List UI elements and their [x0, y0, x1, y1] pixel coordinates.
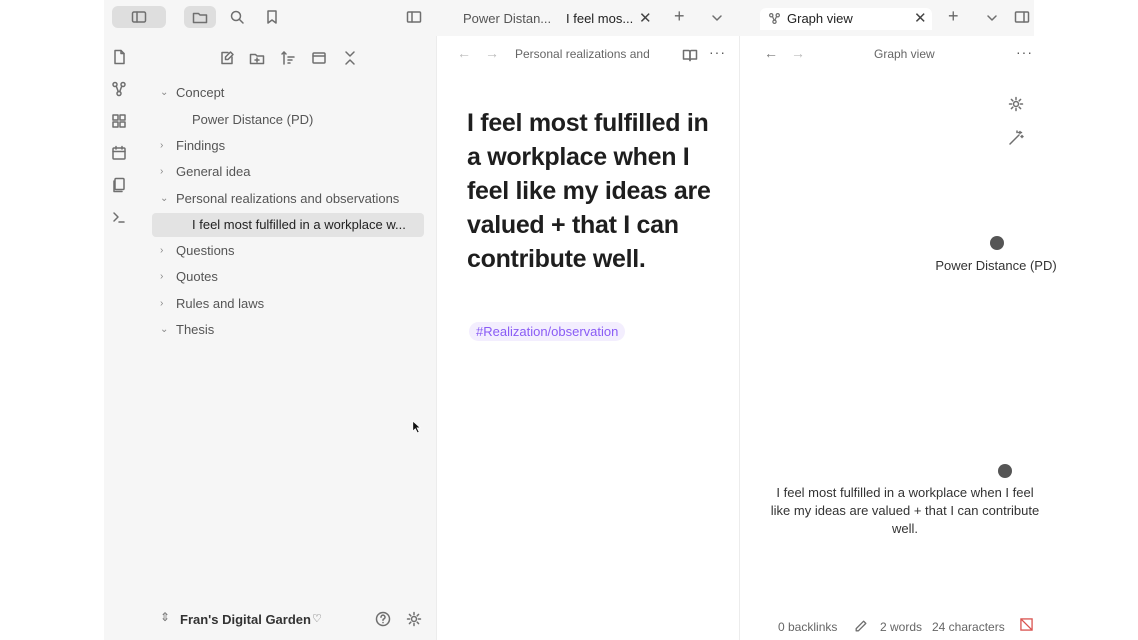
tree-item-label: Personal realizations and observations — [176, 191, 400, 206]
chevron-right-icon: › — [160, 271, 164, 282]
tab-graph-view-label: Graph view — [787, 11, 853, 26]
tree-folder-quotes[interactable]: › Quotes — [134, 265, 424, 289]
templates-icon[interactable] — [111, 177, 127, 193]
pencil-icon[interactable] — [854, 619, 868, 633]
breadcrumb[interactable]: Personal realizations and — [515, 47, 663, 61]
tree-folder-findings[interactable]: › Findings — [134, 134, 424, 158]
character-count: 24 characters — [932, 620, 1005, 634]
right-sidebar-toggle-icon[interactable] — [1014, 9, 1030, 25]
tree-folder-concept[interactable]: ⌄ Concept — [134, 81, 424, 105]
obsidian-window: Power Distan... I feel mos... ✕ + Graph … — [104, 0, 1057, 640]
close-graph-tab-icon[interactable]: ✕ — [914, 10, 927, 28]
tree-item-label: Power Distance (PD) — [192, 112, 314, 127]
reading-view-icon[interactable] — [682, 47, 698, 63]
file-explorer: ⌄ Concept Power Distance (PD) › Findings… — [134, 36, 437, 640]
vault-switcher-icon[interactable]: ⇕ — [160, 610, 170, 624]
tree-item-label: Concept — [176, 85, 225, 100]
chevron-right-icon: › — [160, 166, 164, 177]
more-options-icon[interactable]: ··· — [1016, 44, 1033, 60]
collapse-sidebar-icon[interactable] — [406, 9, 422, 25]
graph-view-pane: ← → Graph view ··· Power Distance (PD) I… — [740, 36, 1057, 640]
chevron-down-icon: ⌄ — [160, 193, 169, 204]
tree-item-label: Questions — [176, 243, 235, 258]
calendar-icon[interactable] — [111, 145, 127, 161]
sort-icon[interactable] — [280, 50, 296, 66]
tree-folder-general-idea[interactable]: › General idea — [134, 160, 424, 184]
word-count: 2 words — [880, 620, 923, 634]
sidebar-toggle-icon — [131, 9, 147, 25]
sidebar-toggle-button[interactable] — [112, 6, 166, 28]
collapse-all-icon[interactable] — [342, 50, 358, 66]
chevron-down-right-icon[interactable] — [986, 12, 998, 24]
auto-reveal-icon[interactable] — [311, 50, 327, 66]
graph-view-title: Graph view — [874, 47, 935, 61]
note-tag[interactable]: #Realization/observation — [469, 322, 626, 341]
files-button[interactable] — [184, 6, 216, 28]
chevron-down-icon[interactable] — [711, 12, 723, 24]
chevron-right-icon: › — [160, 140, 164, 151]
note-title[interactable]: I feel most fulfilled in a workplace whe… — [467, 106, 717, 276]
chevron-down-icon: ⌄ — [160, 87, 169, 98]
tree-item-label: Thesis — [176, 322, 215, 337]
tree-folder-thesis[interactable]: ⌄ Thesis — [134, 318, 424, 342]
graph-node-i-feel-most-fulfilled[interactable] — [998, 464, 1012, 478]
folder-icon — [192, 9, 208, 25]
graph-node-label: I feel most fulfilled in a workplace whe… — [770, 485, 1040, 536]
graph-view-icon[interactable] — [111, 81, 127, 97]
tab-i-feel-most[interactable]: I feel mos... — [566, 8, 638, 30]
new-tab-right-icon[interactable]: + — [948, 6, 959, 27]
tree-item-label: Quotes — [176, 269, 218, 284]
graph-icon — [768, 12, 781, 25]
status-bar: 0 backlinks 2 words 24 characters — [740, 612, 1034, 640]
vault-name[interactable]: Fran's Digital Garden — [180, 612, 311, 627]
tree-file-power-distance[interactable]: Power Distance (PD) — [134, 108, 424, 132]
graph-node-power-distance[interactable] — [990, 236, 1004, 250]
open-quick-switcher-icon[interactable] — [111, 49, 127, 65]
title-bar: Power Distan... I feel mos... ✕ + Graph … — [104, 0, 1034, 36]
tree-file-i-feel-most-fulfilled[interactable]: I feel most fulfilled in a workplace w..… — [152, 213, 424, 237]
ribbon — [104, 36, 134, 640]
vault-shield-icon: ♡ — [312, 613, 322, 625]
editor-pane: ← → Personal realizations and ··· I feel… — [437, 36, 740, 640]
help-icon[interactable] — [375, 611, 391, 627]
animate-wand-icon[interactable] — [1008, 130, 1024, 146]
tree-item-label: General idea — [176, 164, 251, 179]
forward-arrow-icon[interactable]: → — [791, 45, 805, 61]
canvas-icon[interactable] — [111, 113, 127, 129]
sync-status-icon[interactable] — [1020, 618, 1033, 631]
chevron-right-icon: › — [160, 245, 164, 256]
new-note-icon[interactable] — [219, 50, 235, 66]
tree-folder-questions[interactable]: › Questions — [134, 239, 424, 263]
chevron-right-icon: › — [160, 298, 164, 309]
chevron-down-icon: ⌄ — [160, 324, 169, 335]
forward-arrow-icon[interactable]: → — [485, 45, 499, 61]
terminal-icon[interactable] — [111, 209, 127, 225]
tree-folder-personal-realizations[interactable]: ⌄ Personal realizations and observations — [134, 187, 424, 211]
backlinks-count[interactable]: 0 backlinks — [778, 620, 837, 634]
tree-item-label: Rules and laws — [176, 296, 265, 311]
close-tab-icon[interactable]: ✕ — [639, 10, 652, 28]
graph-settings-icon[interactable] — [1008, 96, 1024, 112]
new-tab-icon[interactable]: + — [674, 6, 685, 27]
tree-item-label: Findings — [176, 138, 226, 153]
settings-icon[interactable] — [406, 611, 422, 627]
more-options-icon[interactable]: ··· — [709, 44, 726, 60]
search-icon[interactable] — [229, 9, 245, 25]
graph-node-label: Power Distance (PD) — [935, 258, 1057, 273]
new-folder-icon[interactable] — [249, 50, 265, 66]
bookmark-icon[interactable] — [264, 9, 280, 25]
tab-power-distance[interactable]: Power Distan... — [463, 8, 553, 30]
back-arrow-icon[interactable]: ← — [764, 45, 778, 61]
tree-folder-rules-and-laws[interactable]: › Rules and laws — [134, 292, 424, 316]
mouse-cursor-icon — [412, 420, 422, 434]
tab-graph-view[interactable]: Graph view — [760, 8, 932, 30]
back-arrow-icon[interactable]: ← — [457, 45, 471, 61]
tree-item-label: I feel most fulfilled in a workplace w..… — [192, 217, 406, 232]
